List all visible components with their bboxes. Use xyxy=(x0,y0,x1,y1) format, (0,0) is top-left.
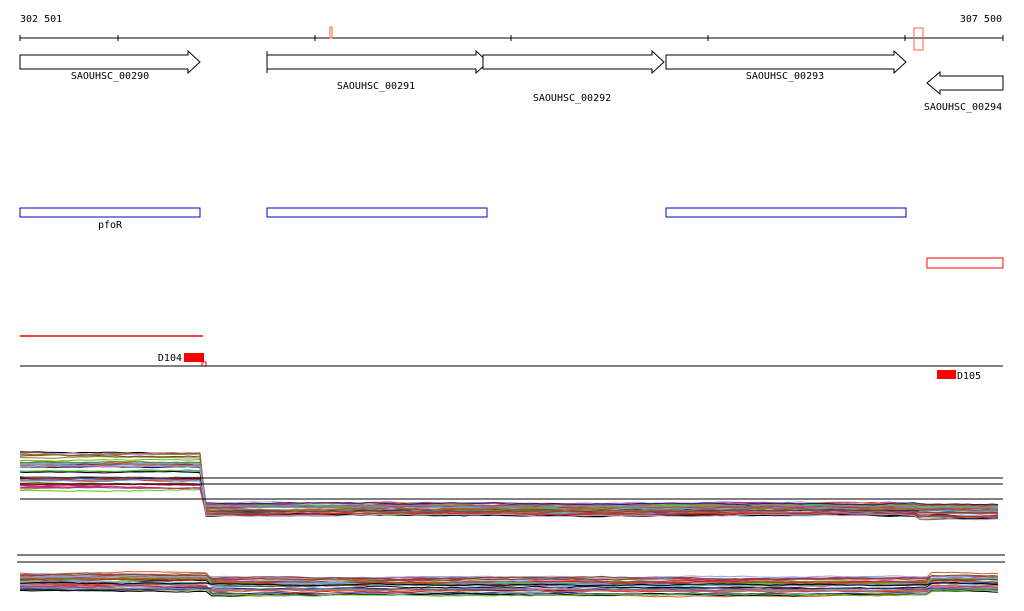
ruler-start-label: 302 501 xyxy=(20,14,62,25)
gene-label: SAOUHSC_00293 xyxy=(746,71,824,82)
feature-box[interactable] xyxy=(665,207,907,218)
gene-label: SAOUHSC_00291 xyxy=(337,81,415,92)
gene-arrow-00290[interactable] xyxy=(19,49,201,75)
coverage-panel-2 xyxy=(19,570,999,598)
gene-arrow-00294[interactable] xyxy=(926,70,1004,96)
gene-label: SAOUHSC_00290 xyxy=(71,71,149,82)
gene-arrow-00292[interactable] xyxy=(482,49,665,75)
position-marker[interactable] xyxy=(329,26,333,39)
gene-label: SAOUHSC_00292 xyxy=(533,93,611,104)
gene-arrow-00293[interactable] xyxy=(665,49,907,75)
ruler-end-label: 307 500 xyxy=(960,14,1002,25)
marker-label-left: D104 xyxy=(158,353,182,364)
gene-arrow-00291[interactable] xyxy=(266,49,489,75)
feature-box-pfor[interactable] xyxy=(19,207,201,218)
ruler xyxy=(19,35,1004,41)
gene-label: SAOUHSC_00294 xyxy=(924,102,1002,113)
marker-label-right: D105 xyxy=(957,371,981,382)
position-marker-box[interactable] xyxy=(913,27,924,51)
genome-browser: 302 501 307 500 SAOUHSC_00290 SAOUHSC_00… xyxy=(17,14,1005,598)
marker-right[interactable] xyxy=(937,370,956,379)
coverage-trace xyxy=(19,452,999,509)
feature-box-red[interactable] xyxy=(926,257,1004,269)
marker-left[interactable] xyxy=(184,353,204,362)
coverage-panel-1 xyxy=(19,451,999,521)
marker-left-tick xyxy=(201,361,207,367)
feature-label: pfoR xyxy=(98,220,123,231)
feature-box[interactable] xyxy=(266,207,488,218)
